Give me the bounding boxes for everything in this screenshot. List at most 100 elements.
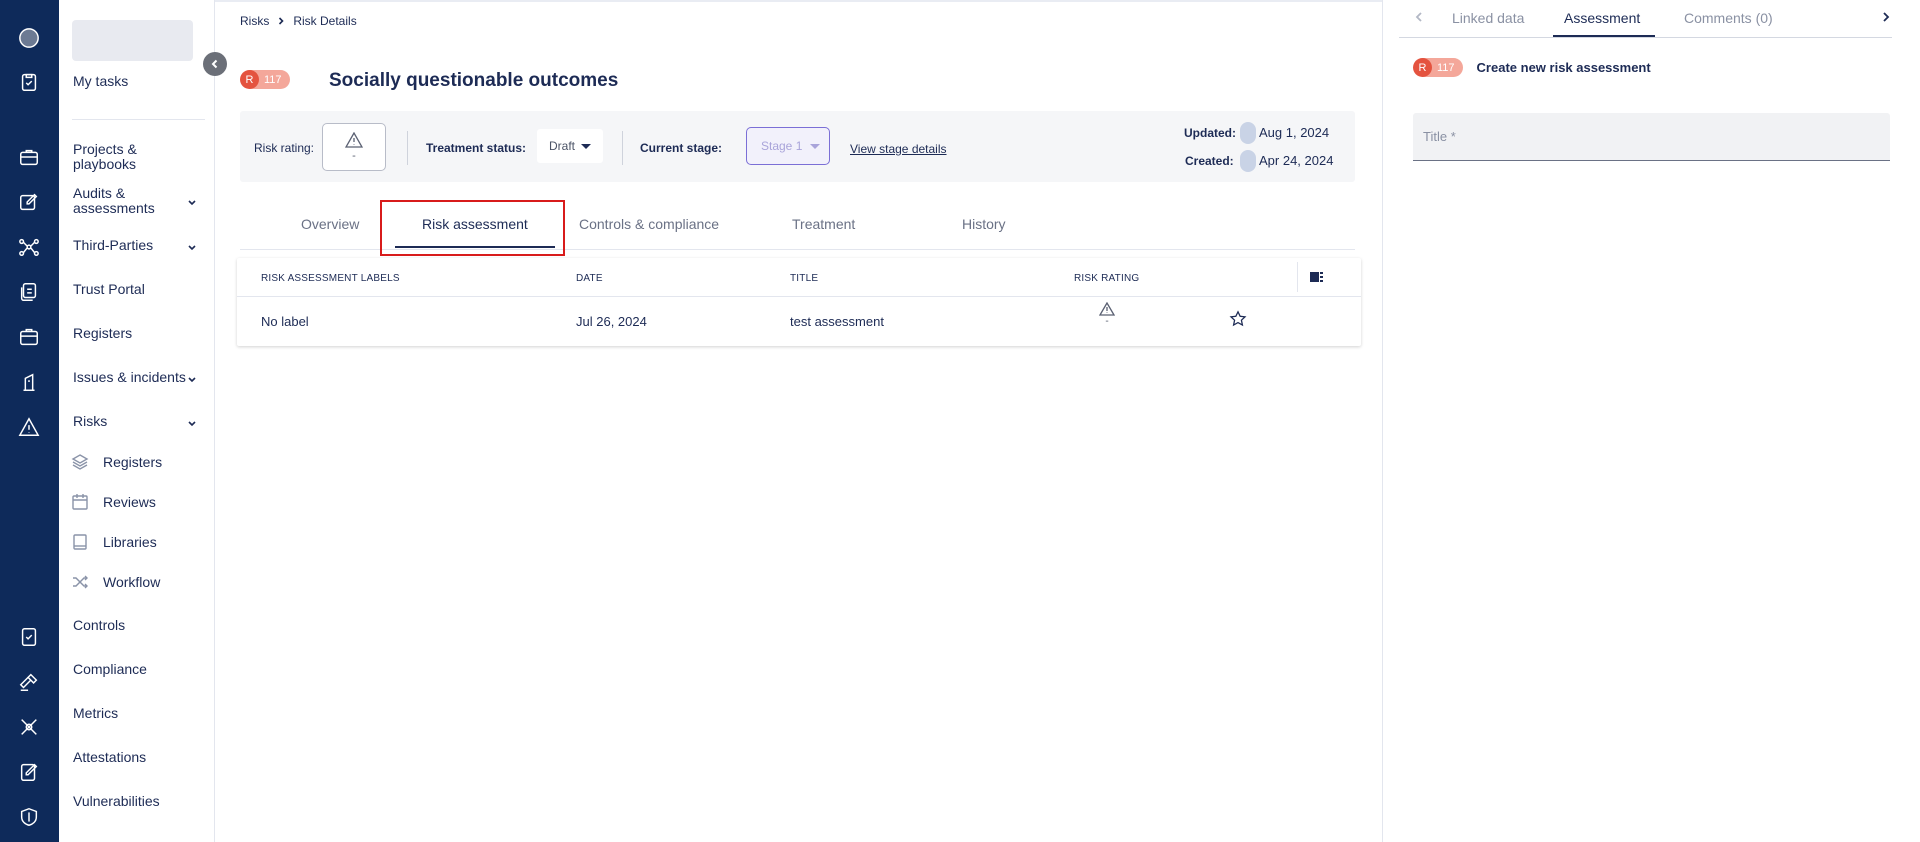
header-labels[interactable]: RISK ASSESSMENT LABELS xyxy=(261,273,400,284)
chevron-left-icon[interactable] xyxy=(1413,10,1429,26)
title-field[interactable] xyxy=(1413,113,1890,161)
metrics-icon[interactable] xyxy=(15,713,43,741)
star-icon[interactable] xyxy=(1229,310,1249,330)
risk-meta-bar: Risk rating: - Treatment status: Draft C… xyxy=(240,111,1355,182)
breadcrumb-current: Risk Details xyxy=(293,14,357,28)
risk-rating-box[interactable]: - xyxy=(322,123,386,171)
chevron-down-icon[interactable] xyxy=(187,372,197,383)
created-label: Created: xyxy=(1185,154,1234,168)
caret-down-icon xyxy=(581,143,592,149)
risk-rating-value: - xyxy=(352,150,356,162)
detail-tabs: Overview Risk assessment Controls & comp… xyxy=(240,205,1355,250)
header-date[interactable]: DATE xyxy=(576,273,603,284)
nav-compliance[interactable]: Compliance xyxy=(73,661,147,677)
nav-controls[interactable]: Controls xyxy=(73,617,125,633)
nav-risks-workflow[interactable]: Workflow xyxy=(103,574,160,590)
nav-registers[interactable]: Registers xyxy=(73,325,132,341)
breadcrumb-risks[interactable]: Risks xyxy=(240,14,269,28)
column-divider xyxy=(1297,262,1298,292)
tab-linked-data[interactable]: Linked data xyxy=(1452,10,1524,26)
registers-icon[interactable] xyxy=(15,323,43,351)
header-title[interactable]: TITLE xyxy=(790,273,818,284)
edit-icon[interactable] xyxy=(15,188,43,216)
risk-id-badge: R 117 xyxy=(240,70,290,89)
risk-badge-number: 117 xyxy=(264,73,282,86)
shuffle-icon xyxy=(70,572,90,592)
nav-projects[interactable]: Projects & playbooks xyxy=(73,142,183,172)
treatment-status-label: Treatment status: xyxy=(426,141,527,155)
chevron-left-icon xyxy=(211,59,218,69)
row-title-link[interactable]: test assessment xyxy=(790,314,884,329)
active-tab-indicator xyxy=(395,246,555,248)
view-stage-details-link[interactable]: View stage details xyxy=(850,142,947,156)
tab-risk-assessment[interactable]: Risk assessment xyxy=(422,216,528,232)
nav-issues[interactable]: Issues & incidents xyxy=(73,369,186,385)
tab-comments[interactable]: Comments (0) xyxy=(1684,10,1773,26)
tab-overview[interactable]: Overview xyxy=(301,216,359,232)
tab-history[interactable]: History xyxy=(962,216,1006,232)
nav-panel: My tasks Projects & playbooks Audits & a… xyxy=(59,0,215,842)
separator xyxy=(407,131,408,165)
nav-vulnerabilities[interactable]: Vulnerabilities xyxy=(73,793,160,809)
header-risk-rating[interactable]: RISK RATING xyxy=(1074,273,1139,284)
avatar xyxy=(1240,122,1256,144)
network-icon[interactable] xyxy=(15,233,43,261)
calendar-icon xyxy=(70,492,90,512)
assessments-table: RISK ASSESSMENT LABELS DATE TITLE RISK R… xyxy=(237,258,1361,346)
incident-icon[interactable] xyxy=(15,368,43,396)
nav-divider xyxy=(72,119,205,120)
tasks-icon[interactable] xyxy=(15,68,43,96)
shield-icon[interactable] xyxy=(15,803,43,831)
nav-attestations[interactable]: Attestations xyxy=(73,749,146,765)
chevron-down-icon[interactable] xyxy=(187,240,197,251)
nav-risks-reviews[interactable]: Reviews xyxy=(103,494,156,510)
tab-treatment[interactable]: Treatment xyxy=(792,216,855,232)
nav-risks-registers[interactable]: Registers xyxy=(103,454,162,470)
briefcase-icon[interactable] xyxy=(15,143,43,171)
tab-divider xyxy=(1399,37,1892,38)
nav-trust-portal[interactable]: Trust Portal xyxy=(73,281,145,297)
row-label: No label xyxy=(261,314,309,329)
chevron-down-icon[interactable] xyxy=(187,195,197,206)
collapse-sidebar-button[interactable] xyxy=(203,52,227,76)
caret-down-icon xyxy=(810,143,821,149)
current-stage-value: Stage 1 xyxy=(761,139,803,153)
row-risk-rating-value: - xyxy=(1105,316,1109,327)
updated-value: Aug 1, 2024 xyxy=(1259,125,1330,140)
row-risk-rating: - xyxy=(1097,302,1117,327)
nav-my-tasks[interactable]: My tasks xyxy=(73,73,128,89)
nav-risks-libraries[interactable]: Libraries xyxy=(103,534,157,550)
compliance-icon[interactable] xyxy=(15,668,43,696)
icon-rail xyxy=(0,0,59,842)
breadcrumb: Risks Risk Details xyxy=(240,14,357,28)
nav-audits[interactable]: Audits & assessments xyxy=(73,186,183,216)
title-input[interactable] xyxy=(1413,113,1890,160)
treatment-status-select[interactable]: Draft xyxy=(537,129,603,163)
right-panel-tabs: Linked data Assessment Comments (0) xyxy=(1383,0,1920,38)
right-panel: Linked data Assessment Comments (0) R 11… xyxy=(1382,0,1920,842)
updated-label: Updated: xyxy=(1184,126,1236,140)
treatment-status-value: Draft xyxy=(549,139,576,153)
warning-icon xyxy=(1099,302,1115,316)
chevron-down-icon[interactable] xyxy=(187,416,197,427)
avatar[interactable] xyxy=(15,24,43,52)
main-content: Risks Risk Details R 117 Socially questi… xyxy=(215,0,1920,842)
assessment-heading: Create new risk assessment xyxy=(1476,60,1651,75)
risk-badge-letter: R xyxy=(240,70,259,89)
portal-icon[interactable] xyxy=(15,278,43,306)
layers-icon xyxy=(70,452,90,472)
nav-metrics[interactable]: Metrics xyxy=(73,705,118,721)
nav-risks[interactable]: Risks xyxy=(73,413,107,429)
column-settings-icon[interactable] xyxy=(1309,270,1325,284)
warning-icon[interactable] xyxy=(15,413,43,441)
warning-icon xyxy=(345,132,363,148)
current-stage-select[interactable]: Stage 1 xyxy=(746,127,830,165)
tab-controls-compliance[interactable]: Controls & compliance xyxy=(579,216,719,232)
controls-icon[interactable] xyxy=(15,623,43,651)
attestations-icon[interactable] xyxy=(15,758,43,786)
chevron-right-icon[interactable] xyxy=(1880,10,1896,26)
tab-assessment[interactable]: Assessment xyxy=(1564,10,1640,26)
page-title: Socially questionable outcomes xyxy=(329,70,619,91)
nav-third-parties[interactable]: Third-Parties xyxy=(73,237,153,253)
header-divider xyxy=(237,296,1361,297)
